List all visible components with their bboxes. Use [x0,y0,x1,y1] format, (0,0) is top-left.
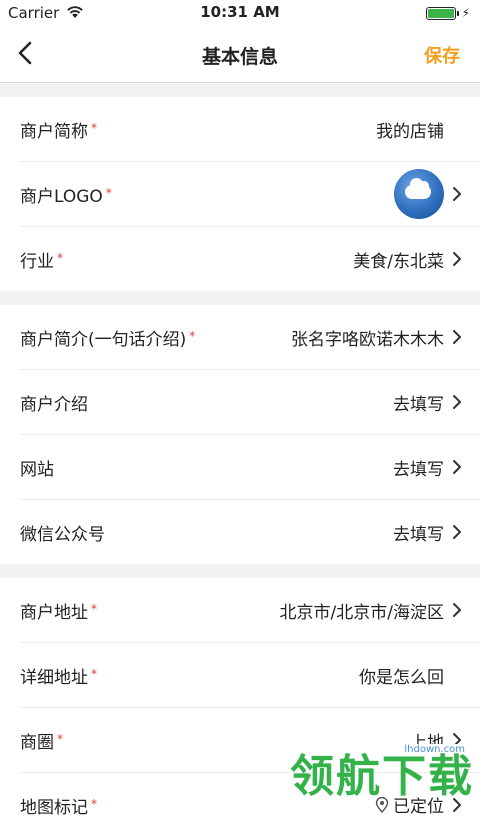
row-value-text: 张名字咯欧诺木木木 [291,329,444,350]
chevron-right-icon [448,186,462,202]
form-row[interactable]: 商户简称 * 我的店铺 [20,97,480,162]
required-marker: * [57,732,63,746]
row-value: 去填写 [393,520,444,545]
page-title: 基本信息 [201,46,278,68]
form-row[interactable]: 商户地址 * 北京市/北京市/海淀区 [20,578,480,643]
chevron-right-icon [448,524,462,540]
row-label: 商圈 [20,732,54,753]
watermark: lhdown.com 领航下载 [278,744,474,802]
row-label: 微信公众号 [20,524,105,545]
row-label: 商户LOGO [20,186,103,207]
battery-fill [427,8,454,18]
form-row[interactable]: 商户LOGO * [20,162,480,227]
chevron-right-icon [448,251,462,267]
required-marker: * [189,329,196,343]
row-label: 详细地址 [20,667,88,688]
form-group: 商户简介(一句话介绍) * 张名字咯欧诺木木木 商户介绍 去填写 网站 去填写 微信公众号 去填… [0,305,480,564]
row-value-text: 你是怎么回 [359,667,444,688]
clock: 10:31 AM [200,3,280,21]
required-marker: * [91,602,97,616]
row-value: 去填写 [393,390,444,415]
form-row[interactable]: 详细地址 * 你是怎么回 [20,643,480,708]
status-bar: Carrier 10:31 AM ⚡ [0,0,480,26]
form-content: 商户简称 * 我的店铺 商户LOGO * 行业 * 美食/东北菜 商户简介(一句话介绍) * 张名字… [0,83,480,837]
chevron-right-icon [448,329,462,345]
row-value: 张名字咯欧诺木木木 [291,325,444,350]
form-row[interactable]: 行业 * 美食/东北菜 [20,227,480,291]
row-value-text: 去填写 [393,524,444,545]
required-marker: * [91,667,97,681]
row-value-text: 去填写 [393,459,444,480]
charging-icon: ⚡ [461,6,470,20]
logo-thumbnail[interactable] [394,169,444,219]
required-marker: * [105,186,112,200]
required-marker: * [91,121,97,135]
row-label: 行业 [20,251,54,272]
form-row[interactable]: 网站 去填写 [20,435,480,500]
form-group: 商户简称 * 我的店铺 商户LOGO * 行业 * 美食/东北菜 [0,97,480,291]
chevron-right-icon [448,459,462,475]
row-value: 美食/东北菜 [353,247,444,272]
row-label: 商户介绍 [20,394,88,415]
row-value-text: 我的店铺 [376,121,444,142]
navigation-bar: 基本信息 保存 [0,26,480,83]
row-value: 北京市/北京市/海淀区 [280,598,444,623]
row-value-text: 美食/东北菜 [353,251,444,272]
row-value-text: 去填写 [393,394,444,415]
row-label: 地图标记 [20,797,88,818]
chevron-right-icon [448,394,462,410]
row-value: 我的店铺 [376,117,444,142]
form-row[interactable]: 商户简介(一句话介绍) * 张名字咯欧诺木木木 [20,305,480,370]
row-label: 网站 [20,459,54,480]
watermark-text: 领航下载 [290,751,474,802]
form-row[interactable]: 商户介绍 去填写 [20,370,480,435]
row-label: 商户简介(一句话介绍) [20,329,187,350]
save-button[interactable]: 保存 [424,42,460,68]
required-marker: * [91,797,97,811]
form-row[interactable]: 微信公众号 去填写 [20,500,480,564]
required-marker: * [57,251,63,265]
battery-icon: ⚡ [425,6,470,20]
chevron-right-icon [448,602,462,618]
row-label: 商户地址 [20,602,88,623]
row-value: 去填写 [393,455,444,480]
cloud-icon [405,178,431,199]
row-value-text: 北京市/北京市/海淀区 [279,602,444,623]
row-label: 商户简称 [20,121,88,142]
row-value: 你是怎么回 [359,663,444,688]
